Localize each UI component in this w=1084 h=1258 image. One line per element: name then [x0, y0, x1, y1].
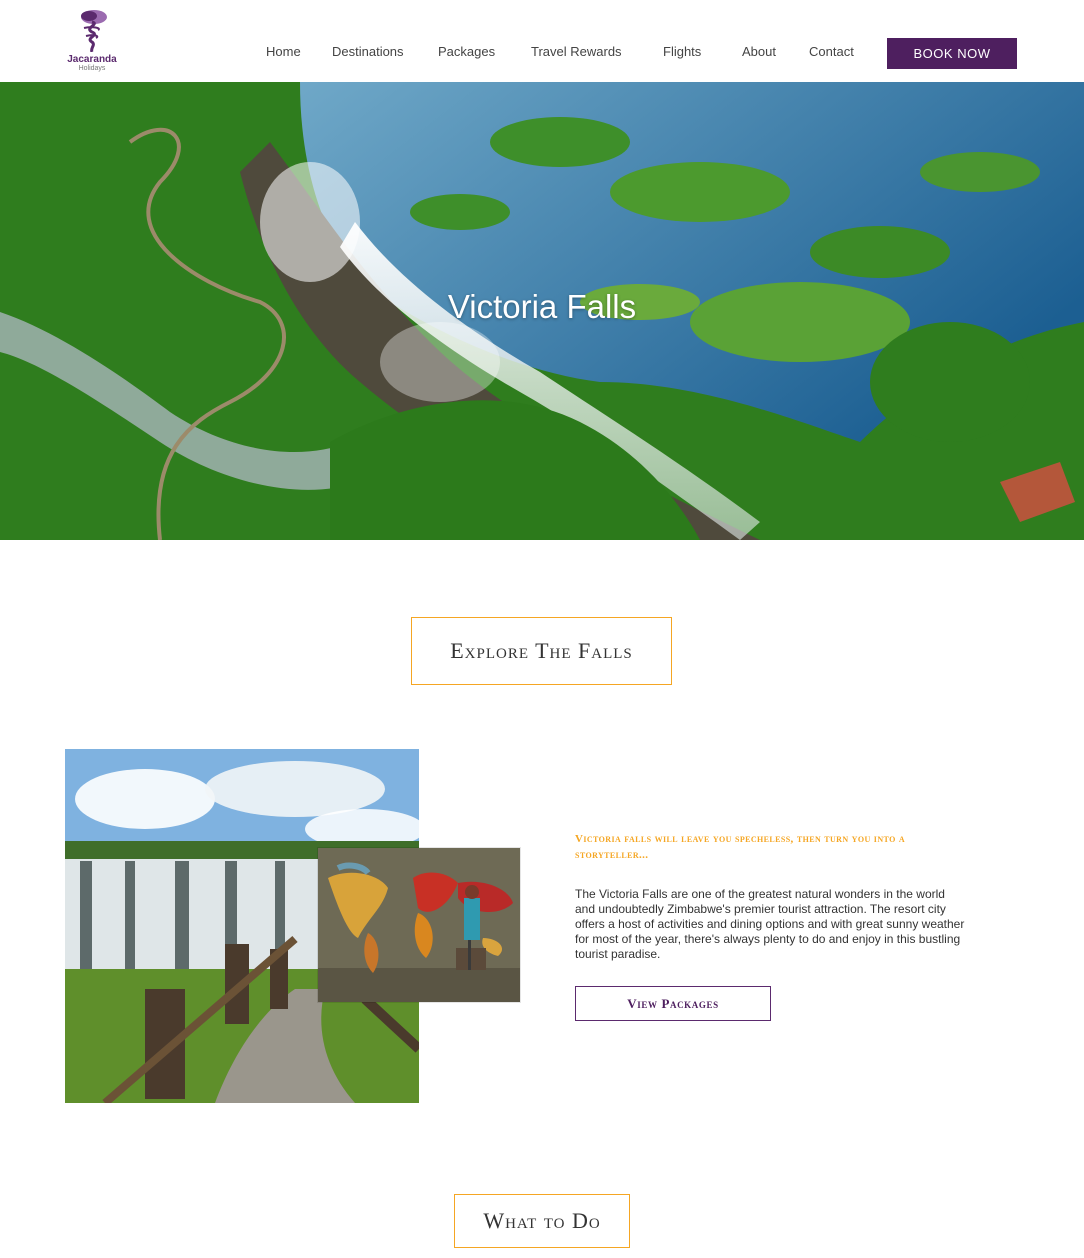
- nav-flights[interactable]: Flights: [663, 44, 701, 59]
- brand-name: Jacaranda: [67, 54, 117, 65]
- hero-banner: Victoria Falls: [0, 82, 1084, 540]
- nav-travel-rewards[interactable]: Travel Rewards: [531, 44, 622, 59]
- explore-description: The Victoria Falls are one of the greate…: [575, 887, 965, 961]
- nav-packages[interactable]: Packages: [438, 44, 495, 59]
- view-packages-button[interactable]: View Packages: [575, 986, 771, 1021]
- world-map-traveler-image: [318, 848, 520, 1002]
- site-header: Jacaranda Holidays Home Destinations Pac…: [0, 0, 1084, 82]
- nav-about[interactable]: About: [742, 44, 776, 59]
- book-now-button[interactable]: BOOK NOW: [887, 38, 1017, 69]
- brand-subtitle: Holidays: [78, 65, 106, 72]
- nav-destinations[interactable]: Destinations: [332, 44, 404, 59]
- nav-contact[interactable]: Contact: [809, 44, 854, 59]
- explore-section-title: Explore The Falls: [411, 617, 672, 685]
- hero-title: Victoria Falls: [447, 288, 637, 325]
- explore-tagline: Victoria Falls will leave you specheless…: [575, 833, 906, 861]
- brand-logo[interactable]: Jacaranda Holidays: [62, 8, 122, 78]
- jacaranda-tree-logo-icon: [81, 10, 107, 52]
- nav-home[interactable]: Home: [266, 44, 301, 59]
- what-to-do-section-title: What to Do: [454, 1194, 630, 1248]
- world-map-photo: [318, 848, 520, 1002]
